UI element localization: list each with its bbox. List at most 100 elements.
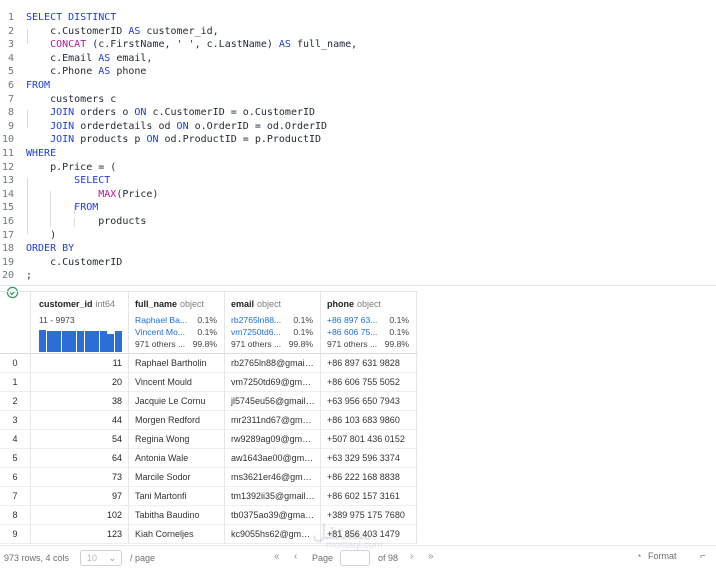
code-text: FROM: [26, 79, 50, 93]
pagination-footer: 973 rows, 4 cols 10 ⌄ / page « ‹ Page of…: [0, 545, 716, 572]
code-text: ;: [26, 269, 32, 283]
line-number: 18: [1, 243, 14, 255]
histogram-bar[interactable]: [84, 331, 92, 352]
column-header-email[interactable]: email object: [231, 299, 281, 309]
palette-icon: ◔: [636, 551, 642, 561]
sql-text: products: [26, 216, 147, 227]
frequency-value: rb2765ln88...: [231, 315, 282, 325]
cell-phone: +86 606 755 5052: [327, 377, 400, 387]
value-frequency[interactable]: rb2765ln88... 0.1%: [231, 315, 313, 326]
code-line: 5 c.Phone AS phone: [0, 65, 716, 79]
sql-text: customer_id,: [140, 25, 219, 37]
sql-text: products p: [74, 134, 147, 146]
sql-text: ): [26, 229, 57, 241]
prev-page-icon[interactable]: ‹: [294, 551, 297, 562]
histogram-bar[interactable]: [61, 331, 69, 352]
code-line: 8 JOIN orders o ON c.CustomerID = o.Cust…: [0, 106, 716, 120]
sql-text: (Price): [116, 188, 159, 200]
cell-full-name: Antonia Wale: [135, 453, 189, 463]
page-size-select[interactable]: 10 ⌄: [80, 550, 122, 566]
histogram-bar[interactable]: [92, 331, 100, 352]
sql-text: customers c: [26, 93, 117, 105]
cell-email: ms3621er46@gmail.com: [231, 472, 315, 482]
cell-phone: +86 103 683 9860: [327, 415, 400, 425]
code-text: products: [26, 215, 146, 229]
cell-email: rw9289ag09@gmail.com: [231, 434, 315, 444]
cell-customer-id: 11: [112, 358, 122, 368]
table-row[interactable]: 5 64 Antonia Wale aw1643ae00@gmail.com +63 3…: [0, 449, 418, 468]
table-row[interactable]: 0 11 Raphael Bartholin rb2765ln88@gmail.com…: [0, 354, 418, 373]
sql-keyword: FROM: [74, 202, 99, 214]
code-line: 10 JOIN products p ON od.ProductID = p.P…: [0, 133, 716, 147]
histogram-bar[interactable]: [115, 331, 122, 352]
cell-phone: +63 956 650 7943: [327, 396, 400, 406]
column-header-phone[interactable]: phone object: [327, 299, 381, 309]
table-header: customer_id int64 full_name object email ob…: [0, 291, 418, 354]
column-header-full-name[interactable]: full_name object: [135, 299, 204, 309]
cell-phone: +86 897 631 9828: [327, 358, 400, 368]
column-header-customer-id[interactable]: customer_id int64: [39, 299, 115, 309]
line-number: 13: [1, 175, 14, 187]
histogram-bar[interactable]: [107, 334, 115, 352]
cell-full-name: Raphael Bartholin: [135, 358, 207, 368]
sql-keyword: AS: [98, 66, 111, 78]
histogram-bar[interactable]: [46, 331, 54, 352]
page-number-input[interactable]: [340, 550, 370, 566]
line-number: 19: [1, 256, 14, 268]
sql-editor[interactable]: 1 SELECT DISTINCT 2 c.CustomerID AS custom…: [0, 0, 716, 286]
value-frequency[interactable]: vm7250td6... 0.1%: [231, 327, 313, 338]
last-page-icon[interactable]: »: [428, 551, 434, 562]
sql-text: p.Price = (: [26, 161, 117, 173]
table-row[interactable]: 2 38 Jacquie Le Cornu jl5745eu56@gmail.com +…: [0, 392, 418, 411]
value-frequency[interactable]: Vincent Mo... 0.1%: [135, 327, 217, 338]
histogram-bar[interactable]: [69, 331, 77, 352]
histogram-bar[interactable]: [54, 331, 62, 352]
cell-customer-id: 44: [111, 415, 122, 425]
first-page-icon[interactable]: «: [274, 551, 280, 562]
table-row[interactable]: 6 73 Marcile Sodor ms3621er46@gmail.com +86 …: [0, 468, 418, 487]
cell-email: tb0375ao39@gmail.com: [231, 510, 315, 520]
sql-text: orderdetails od: [74, 120, 177, 132]
code-text: MAX(Price): [26, 188, 158, 202]
cell-email: tm1392ii35@gmail.com: [231, 491, 315, 501]
indent-guide: [74, 218, 75, 227]
value-frequency[interactable]: +86 897 63... 0.1%: [327, 315, 409, 326]
code-line: 19 c.CustomerID: [0, 256, 716, 270]
sql-function: MAX: [98, 188, 117, 200]
table-row[interactable]: 1 20 Vincent Mould vm7250td69@gmail.com +86 …: [0, 373, 418, 392]
cell-phone: +507 801 436 0152: [327, 434, 405, 444]
table-row[interactable]: 7 97 Tani Martonfi tm1392ii35@gmail.com +86 …: [0, 487, 418, 506]
sql-function: CONCAT: [50, 39, 87, 51]
cell-customer-id: 20: [111, 377, 122, 387]
next-page-icon[interactable]: ›: [410, 551, 413, 562]
code-text: CONCAT (c.FirstName, ' ', c.LastName) AS…: [26, 38, 357, 52]
code-text: p.Price = (: [26, 161, 116, 175]
format-button[interactable]: ◔ Format: [636, 551, 676, 561]
sql-keyword: ON: [176, 120, 189, 132]
frequency-value: 971 others ...: [327, 339, 378, 349]
sql-text: c.CustomerID = o.CustomerID: [146, 107, 316, 119]
frequency-value: 971 others ...: [135, 339, 186, 349]
value-frequency[interactable]: Raphael Ba... 0.1%: [135, 315, 217, 326]
expand-icon[interactable]: ⌐: [700, 551, 706, 562]
histogram-bar[interactable]: [99, 331, 107, 352]
line-number: 17: [1, 229, 14, 241]
table-row[interactable]: 4 54 Regina Wong rw9289ag09@gmail.com +507 8…: [0, 430, 418, 449]
histogram-bar[interactable]: [39, 330, 46, 352]
sql-keyword: JOIN: [50, 107, 75, 119]
cell-phone: +86 602 157 3161: [327, 491, 400, 501]
sql-text: c.CustomerID: [26, 256, 123, 268]
histogram-bar[interactable]: [77, 331, 84, 352]
table-row[interactable]: 3 44 Morgen Redford mr2311nd67@gmail.com +86…: [0, 411, 418, 430]
code-line: 6 FROM: [0, 79, 716, 93]
cell-customer-id: 73: [111, 472, 122, 482]
line-number: 15: [1, 202, 14, 214]
code-line: 18 ORDER BY: [0, 242, 716, 256]
indent-guide: [27, 29, 28, 44]
value-frequency[interactable]: +86 606 75... 0.1%: [327, 327, 409, 338]
cell-full-name: Kiah Corneljes: [135, 529, 194, 539]
